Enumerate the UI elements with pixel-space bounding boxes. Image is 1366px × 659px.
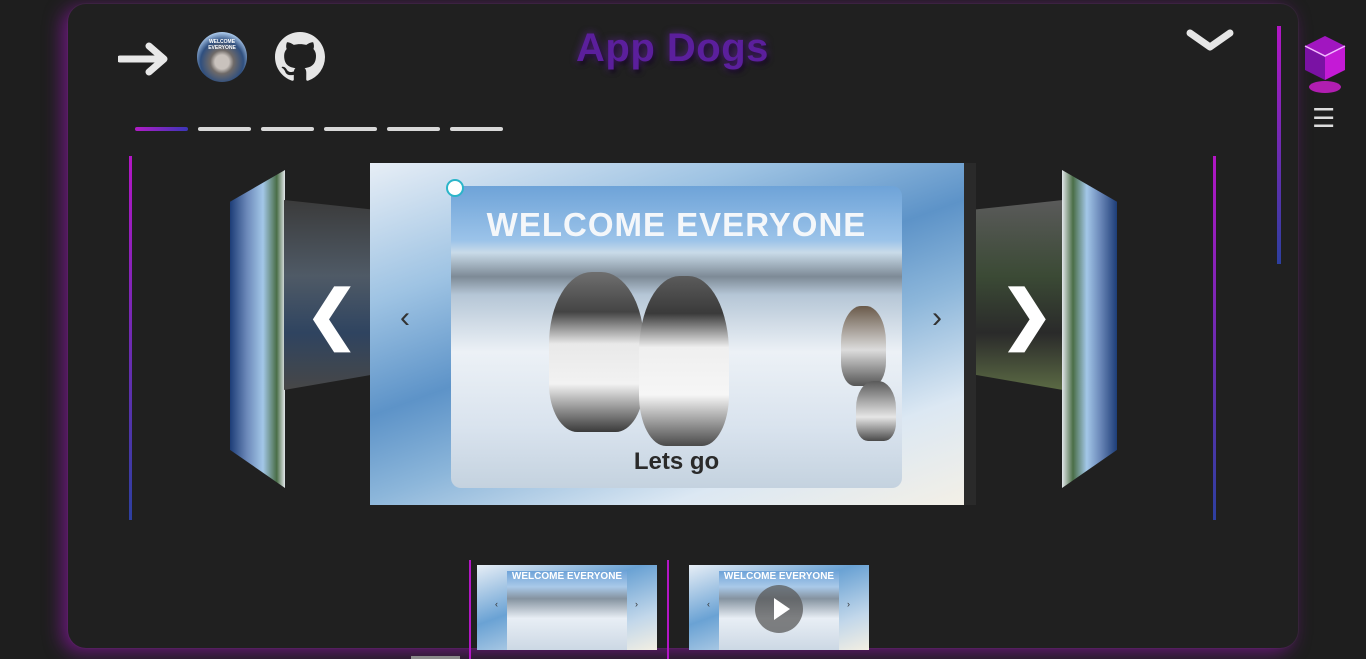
arrow-right-icon[interactable] [118,42,170,76]
main-slide[interactable]: WELCOME EVERYONE Lets go ‹ › [370,163,976,505]
slide-image: WELCOME EVERYONE Lets go [451,186,902,488]
cube-logo-icon[interactable] [1300,32,1350,96]
carousel-prev-button[interactable]: ❮ [305,282,359,346]
dog-image [841,306,886,386]
indicator-2[interactable] [198,127,251,131]
hamburger-icon[interactable]: ☰ [1312,103,1335,134]
thumbnail-image [507,571,627,650]
thumbnail-1[interactable]: WELCOME EVERYONE ‹ › [477,565,657,650]
indicator-1[interactable] [135,127,188,131]
carousel-next-button[interactable]: ❯ [1000,282,1054,346]
thumbnail-prev-icon: ‹ [707,599,710,609]
thumbnail-heading: WELCOME EVERYONE [511,571,623,582]
indicator-5[interactable] [387,127,440,131]
slide-heading: WELCOME EVERYONE [486,206,867,243]
thumbnail-prev-icon: ‹ [495,599,498,609]
side-slide-right-far[interactable] [1062,170,1117,488]
slide-caption: Lets go [633,448,720,475]
dog-image [856,381,896,441]
thumbnail-next-icon: › [847,599,850,609]
thumbnail-2[interactable]: WELCOME EVERYONE ‹ › [689,565,869,650]
indicator-3[interactable] [261,127,314,131]
avatar[interactable]: WELCOME EVERYONE [197,32,247,82]
github-icon[interactable] [275,32,325,82]
carousel-indicators [135,127,503,131]
slide-next-button[interactable]: › [932,301,942,335]
chevron-down-icon[interactable] [1185,27,1235,53]
edit-icon[interactable] [446,179,464,197]
indicator-4[interactable] [324,127,377,131]
slide-edge [964,163,976,505]
carousel-border-right [1213,156,1216,520]
play-icon[interactable] [755,585,803,633]
dog-image [549,272,644,432]
dog-image [639,276,729,446]
right-divider [1277,26,1281,264]
indicator-6[interactable] [450,127,503,131]
carousel-border-left [129,156,132,520]
slide-prev-button[interactable]: ‹ [400,301,410,335]
thumbnail-heading: WELCOME EVERYONE [723,571,835,582]
thumbnail-next-icon: › [635,599,638,609]
page-title: App Dogs [576,26,769,70]
avatar-text: WELCOME EVERYONE [208,39,236,51]
side-slide-left-far[interactable] [230,170,285,488]
